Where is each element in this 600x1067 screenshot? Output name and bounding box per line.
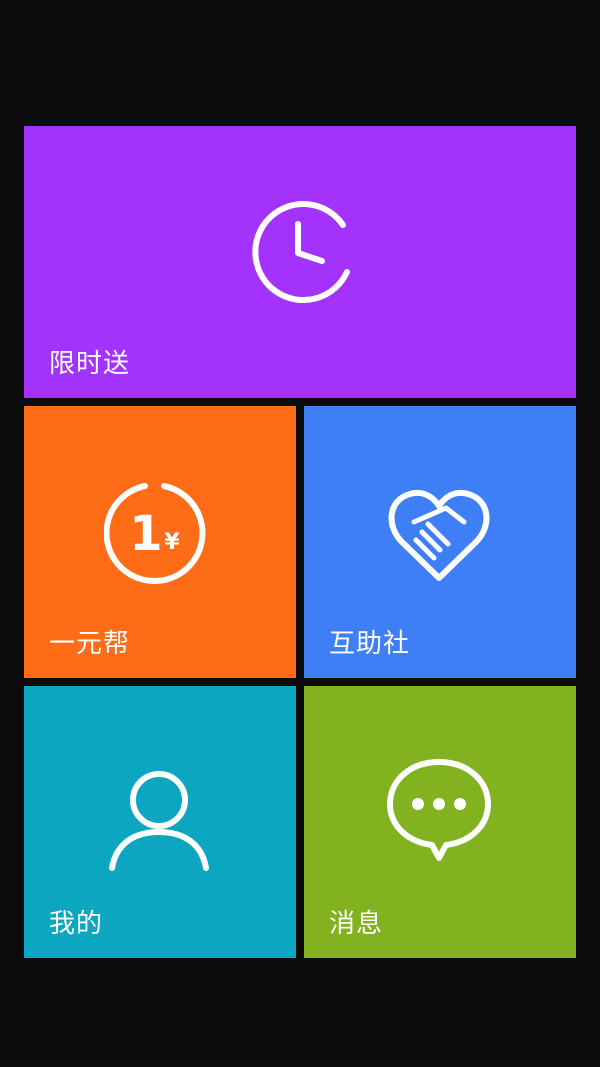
- tile-mutual-aid-label: 互助社: [329, 629, 411, 659]
- one-yuan-coin-icon: 1 ¥: [104, 483, 206, 584]
- tile-limited-delivery[interactable]: 限时送: [24, 126, 576, 398]
- tile-mine[interactable]: 我的: [24, 686, 296, 958]
- tile-mutual-aid[interactable]: 互助社: [304, 406, 576, 678]
- tile-one-yuan-help[interactable]: 1 ¥ 一元帮: [24, 406, 296, 678]
- chat-bubble-icon: [387, 759, 491, 861]
- user-icon: [109, 771, 209, 871]
- coin-digit: 1: [129, 506, 162, 562]
- tile-messages[interactable]: 消息: [304, 686, 576, 958]
- home-screen: 限时送 1 ¥ 一元帮 互助社 我的 消息: [0, 0, 600, 1067]
- handshake-heart-icon: [388, 490, 490, 581]
- clock-icon: [252, 201, 350, 303]
- tile-one-yuan-help-label: 一元帮: [49, 629, 131, 659]
- tile-limited-delivery-label: 限时送: [49, 349, 131, 379]
- coin-currency: ¥: [164, 530, 180, 555]
- tile-mine-label: 我的: [49, 909, 104, 939]
- tile-messages-label: 消息: [329, 909, 384, 939]
